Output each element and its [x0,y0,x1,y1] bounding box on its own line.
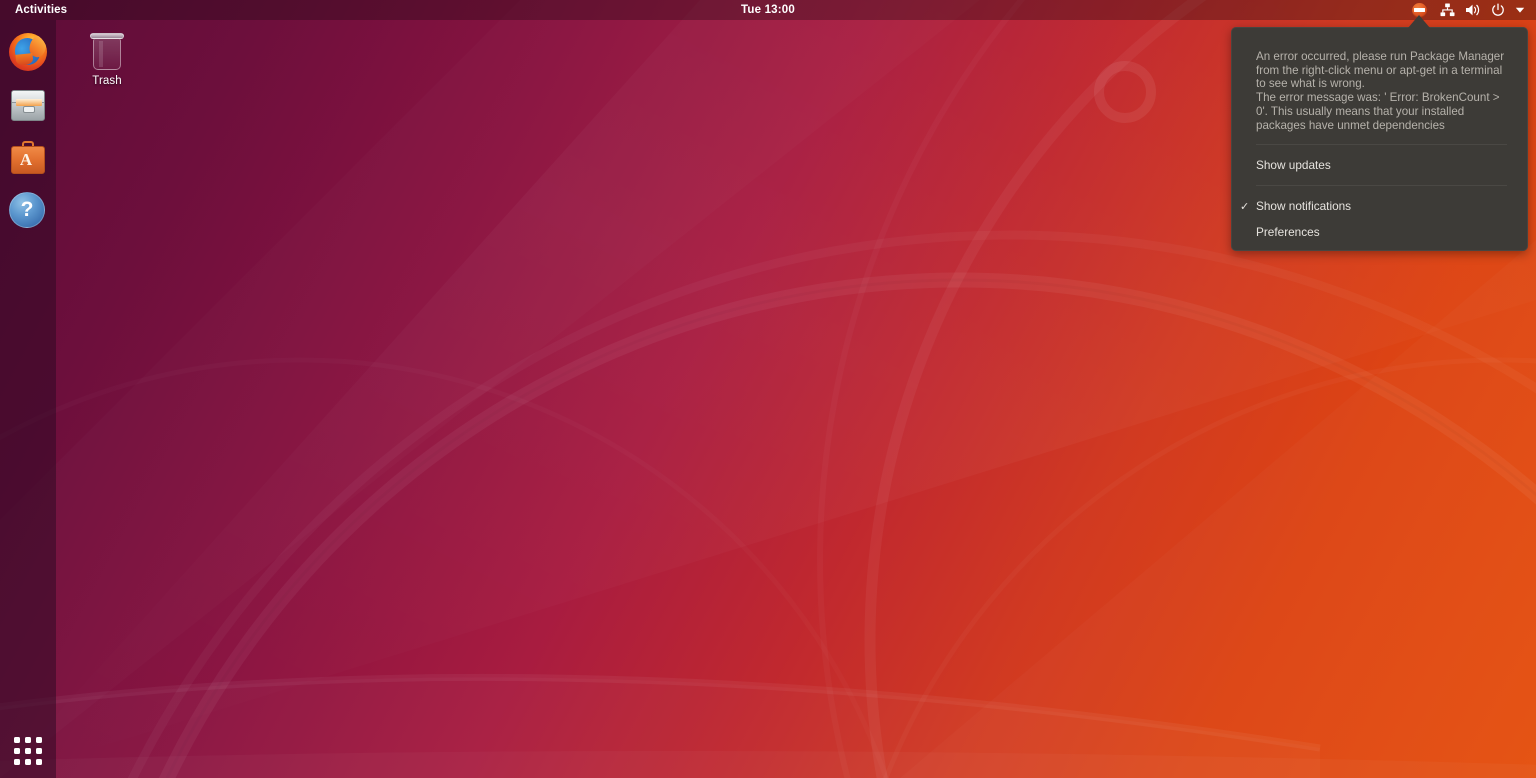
top-panel: Activities Tue 13:00 [0,0,1536,20]
menu-item-show-updates[interactable]: Show updates [1232,153,1527,177]
menu-item-show-updates-label: Show updates [1256,158,1331,173]
dock-item-firefox[interactable] [4,28,52,76]
trash-icon [89,32,125,72]
clock-label[interactable]: Tue 13:00 [735,4,801,16]
network-indicator[interactable] [1435,0,1460,20]
desktop-icon-label: Trash [92,75,122,87]
menu-separator [1256,144,1507,146]
menu-item-show-notifications-label: Show notifications [1256,199,1352,214]
clock-area: Tue 13:00 [0,0,1536,20]
grid-icon [14,737,42,765]
software-update-menu: An error occurred, please run Package Ma… [1231,27,1528,252]
system-menu-arrow-button[interactable] [1510,0,1530,20]
wired-network-icon [1440,3,1455,17]
activities-label: Activities [15,4,68,16]
power-indicator[interactable] [1486,0,1510,20]
help-icon: ? [9,192,47,230]
firefox-icon [9,33,47,71]
menu-separator [1256,185,1507,187]
power-icon [1492,3,1504,16]
help-glyph: ? [9,192,45,228]
menu-pointer-arrow [1408,15,1430,28]
volume-indicator[interactable] [1460,0,1486,20]
menu-item-preferences-label: Preferences [1256,225,1320,240]
update-error-message: An error occurred, please run Package Ma… [1256,50,1505,132]
chevron-down-icon [1515,7,1525,13]
ubuntu-software-icon: A [9,139,47,177]
ubuntu-software-glyph: A [19,150,33,169]
files-cabinet-icon [9,86,47,124]
dock-item-files[interactable] [4,81,52,129]
check-icon: ✓ [1240,200,1250,213]
show-applications-button[interactable] [4,729,52,773]
menu-item-preferences[interactable]: Preferences [1232,220,1527,244]
menu-item-show-notifications[interactable]: ✓ Show notifications [1232,194,1527,218]
volume-speaker-icon [1466,4,1480,16]
dock-item-help[interactable]: ? [4,187,52,235]
dock: A ? [0,20,56,778]
dock-item-ubuntu-software[interactable]: A [4,134,52,182]
desktop-icon-trash[interactable]: Trash [78,28,136,89]
activities-button[interactable]: Activities [9,0,73,20]
